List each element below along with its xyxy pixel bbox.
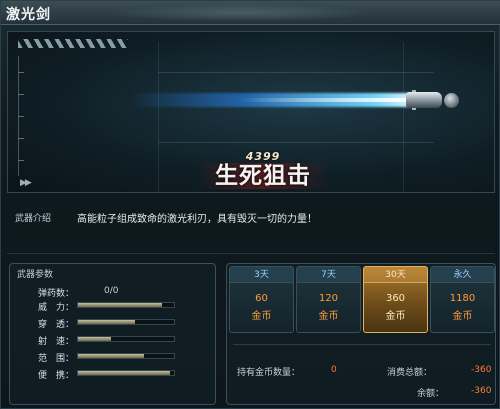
- divider: [233, 344, 491, 345]
- ruler-tick: [18, 138, 24, 139]
- price-option-unit: 金币: [452, 311, 473, 322]
- weapon-intro: 武器介绍 高能粒子组成致命的激光利刃，具有毁灭一切的力量！: [7, 201, 495, 235]
- sword-pommel-image: [444, 93, 459, 108]
- grid-line-decoration: [158, 72, 434, 73]
- stat-bar-penetration: [77, 319, 175, 325]
- price-option-duration: 3天: [230, 267, 293, 283]
- stat-label-power: 威 力：: [38, 303, 75, 313]
- price-option-7-days[interactable]: 7天 120 金币: [296, 266, 361, 333]
- stat-label-fire-rate: 射 速：: [38, 337, 75, 347]
- stat-bar-portability: [77, 370, 175, 376]
- ruler-tick: [18, 94, 24, 95]
- ruler-tick: [18, 116, 24, 117]
- price-option-price: 360: [385, 293, 406, 304]
- stat-bar-power: [77, 302, 175, 308]
- stat-bar-fill: [78, 354, 145, 358]
- title-bar: 激光剑: [1, 1, 500, 25]
- ruler-tick: [18, 160, 24, 161]
- stat-bar-fill: [78, 320, 135, 324]
- price-option-30-days[interactable]: 30天 360 金币: [363, 266, 428, 333]
- grid-line-decoration: [158, 142, 434, 143]
- stat-bar-fill: [78, 371, 171, 375]
- stat-bar-range: [77, 353, 175, 359]
- stat-bar-fire-rate: [77, 336, 175, 342]
- price-option-price: 60: [255, 293, 268, 304]
- ammo-value: 0/0: [104, 286, 119, 296]
- laser-beam-core: [238, 98, 413, 102]
- grid-line-decoration: [158, 42, 159, 192]
- grid-line-decoration: [403, 42, 404, 192]
- stats-title: 武器参数: [17, 270, 54, 280]
- price-option-unit: 金币: [251, 311, 272, 322]
- price-option-price: 120: [318, 293, 339, 304]
- stat-label-penetration: 穿 透：: [38, 320, 75, 330]
- intro-label: 武器介绍: [15, 214, 52, 224]
- intro-text: 高能粒子组成致命的激光利刃，具有毁灭一切的力量！: [77, 214, 317, 225]
- ammo-label: 弹药数：: [38, 289, 75, 299]
- stat-label-range: 范 围：: [38, 354, 75, 364]
- price-option-duration: 30天: [364, 267, 427, 283]
- weapon-title: 激光剑: [6, 7, 51, 23]
- logo-text: 生死狙击: [198, 163, 328, 189]
- price-option-unit: 金币: [385, 311, 406, 322]
- total-cost-label: 消费总额：: [387, 368, 433, 378]
- balance-value: -360: [471, 386, 492, 396]
- hazard-stripes-decoration: [18, 39, 128, 48]
- price-option-permanent[interactable]: 永久 1180 金币: [430, 266, 495, 333]
- balance-label: 余额：: [417, 389, 445, 399]
- price-option-unit: 金币: [318, 311, 339, 322]
- divider: [7, 253, 495, 254]
- price-option-duration: 7天: [297, 267, 360, 283]
- weapon-stats-box: 武器参数 弹药数： 0/0 威 力： 穿 透： 射 速： 范 围： 便 携：: [9, 263, 216, 405]
- price-option-3-days[interactable]: 3天 60 金币: [229, 266, 294, 333]
- price-option-price: 1180: [449, 293, 476, 304]
- title-glow: [111, 4, 371, 22]
- price-panel: 3天 60 金币 7天 120 金币 30天 360 金币 永久 1180 金币…: [226, 263, 496, 405]
- stat-bar-fill: [78, 337, 111, 341]
- stat-label-portability: 便 携：: [38, 371, 75, 381]
- owned-gold-label: 持有金币数量：: [237, 368, 301, 378]
- weapon-preview: ▶▶ 4399 生死狙击: [7, 31, 495, 193]
- weapon-shop-panel: 激光剑 ▶▶ 4399 生死狙击 武器介绍 高能粒子组成致命的激光利刃，具有毁灭…: [0, 0, 500, 409]
- owned-gold-value: 0: [331, 365, 337, 375]
- price-option-duration: 永久: [431, 267, 494, 283]
- game-logo: 4399 生死狙击: [198, 150, 328, 192]
- sword-hilt-image: [406, 92, 442, 108]
- ruler-tick: [18, 72, 24, 73]
- total-cost-value: -360: [471, 365, 492, 375]
- double-chevron-icon: ▶▶: [20, 178, 32, 188]
- stat-bar-fill: [78, 303, 162, 307]
